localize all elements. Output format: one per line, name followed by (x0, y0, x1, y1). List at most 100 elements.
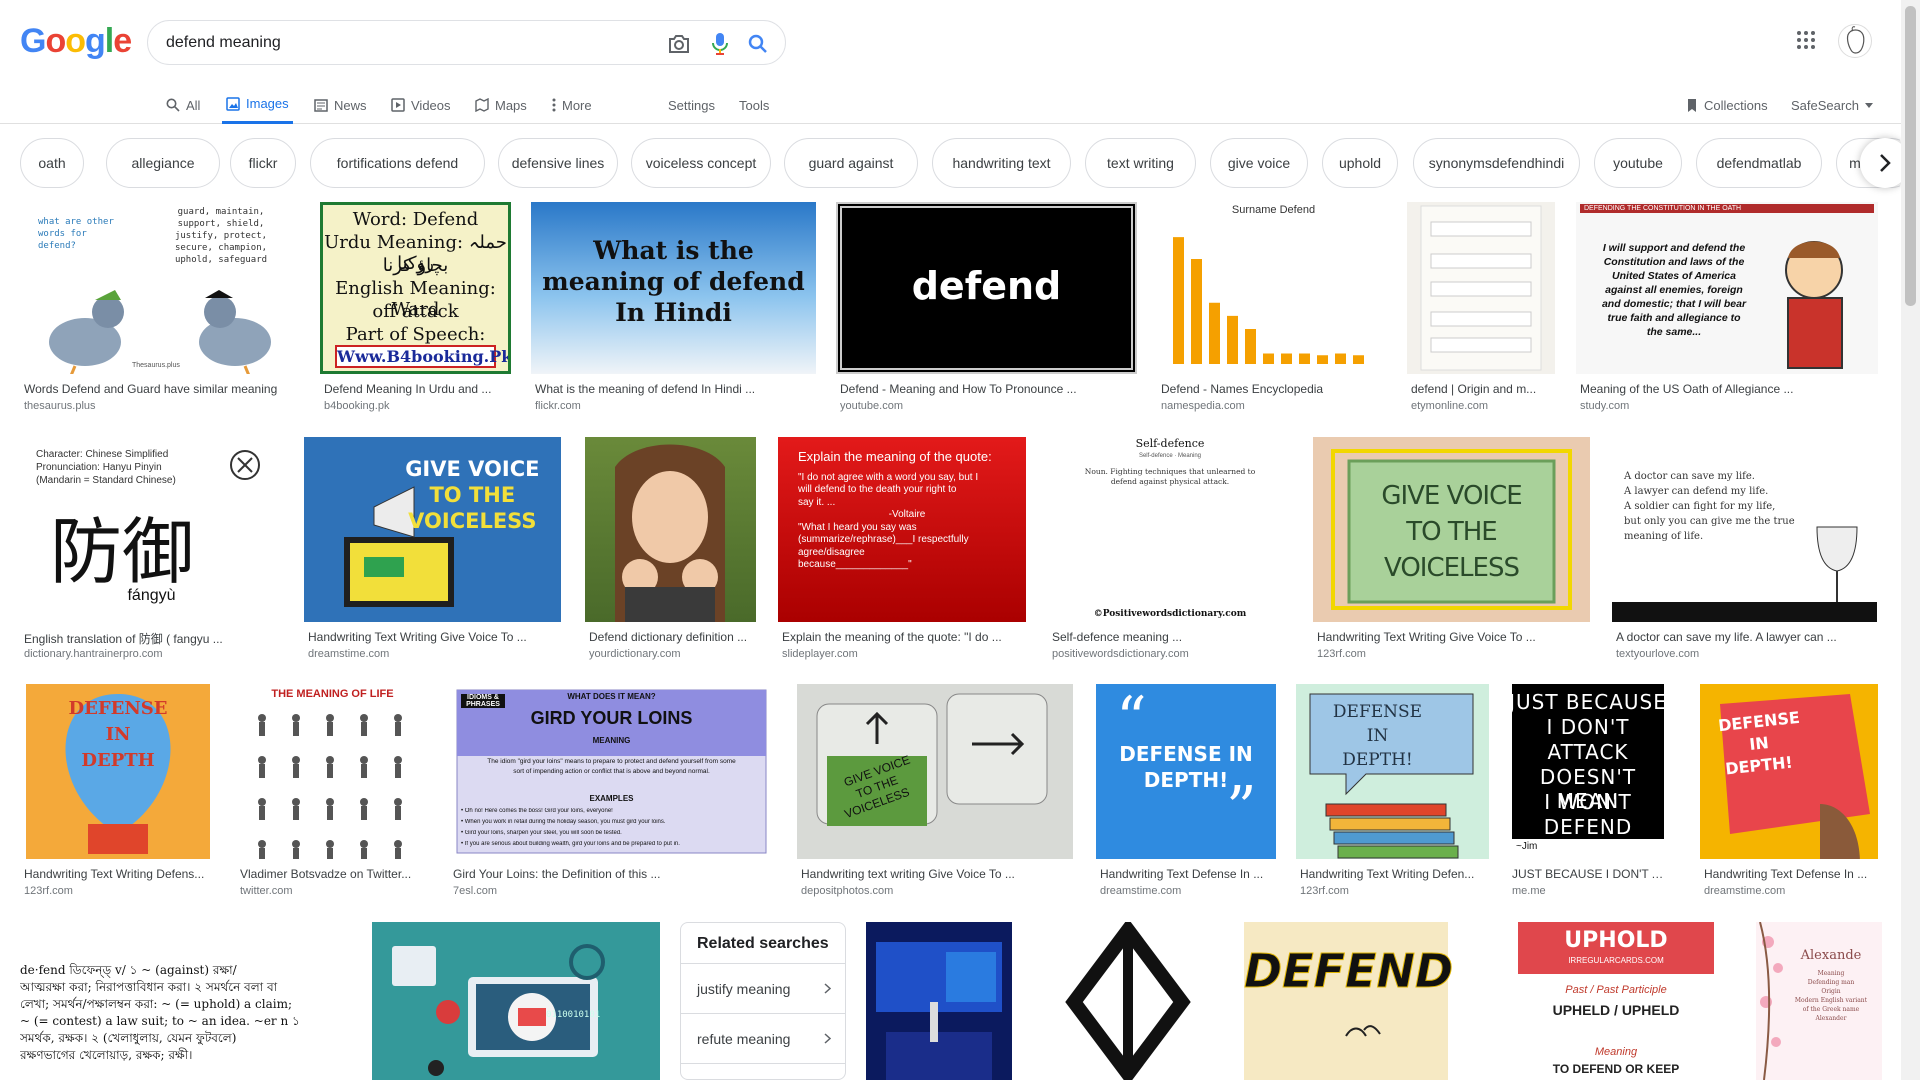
settings-link[interactable]: Settings (668, 86, 715, 124)
chip-uphold[interactable]: uphold (1322, 138, 1398, 188)
result-caption[interactable]: Handwriting Text Defense In ... (1704, 867, 1876, 881)
related-search-item[interactable]: refute meaning (681, 1013, 845, 1063)
result-thumbnail[interactable]: what are other words for defend? guard, m… (20, 202, 302, 374)
result-thumbnail[interactable]: DEFENSE IN DEPTH! (1700, 684, 1878, 859)
result-caption[interactable]: Handwriting Text Defense In ... (1100, 867, 1274, 881)
result-thumbnail[interactable]: IDIOMS & PHRASES WHAT DOES IT MEAN? GIRD Y… (449, 684, 774, 859)
chip-handwriting-text[interactable]: handwriting text (932, 138, 1071, 188)
result-thumbnail[interactable]: defend (836, 202, 1137, 374)
image-result[interactable]: Defend dictionary definition ... yourdict… (585, 437, 756, 666)
result-thumbnail[interactable]: “” DEFENSE IN DEPTH! (1096, 684, 1276, 859)
search-input[interactable] (166, 31, 646, 55)
image-result-bengali[interactable]: de·fend ডিফেন্ড্‌ v/ ১ ~ (against) রক্ষা… (20, 922, 354, 1080)
scrollbar-thumb[interactable] (1905, 6, 1916, 306)
result-thumbnail[interactable] (1407, 202, 1555, 374)
chip-defensive-lines[interactable]: defensive lines (498, 138, 618, 188)
chip-text-writing[interactable]: text writing (1085, 138, 1196, 188)
result-caption[interactable]: Handwriting text writing Give Voice To .… (801, 867, 1071, 881)
tab-videos[interactable]: Videos (391, 86, 451, 124)
related-search-item[interactable]: justify meaning (681, 963, 845, 1013)
image-result-security-laptop[interactable]: 0110010101 (372, 922, 660, 1080)
result-thumbnail[interactable]: What is the meaning of defend In Hindi (531, 202, 816, 374)
google-logo[interactable]: Google (20, 22, 132, 61)
chip-allegiance[interactable]: allegiance (106, 138, 220, 188)
image-result[interactable]: defend Defend - Meaning and How To Pronou… (836, 202, 1137, 418)
chip-give-voice[interactable]: give voice (1210, 138, 1308, 188)
vertical-scrollbar[interactable] (1901, 0, 1920, 1080)
image-result[interactable]: DEFENSE IN DEPTH! Handwriting Text Defense … (1700, 684, 1878, 903)
chip-flickr[interactable]: flickr (230, 138, 296, 188)
result-thumbnail[interactable] (585, 437, 756, 622)
result-caption[interactable]: Defend - Names Encyclopedia (1161, 382, 1388, 396)
result-thumbnail[interactable]: DEFENDING THE CONSTITUTION IN THE OATH I … (1576, 202, 1878, 374)
image-result-uphold[interactable]: UPHOLD IRREGULARCARDS.COM Past / Past Part… (1518, 922, 1714, 1080)
result-thumbnail[interactable]: JUST BECAUSE I DON'T ATTACK DOESN'T MEAN I W… (1508, 684, 1668, 859)
result-thumbnail[interactable]: Surname Defend (1157, 202, 1390, 374)
image-result[interactable]: A doctor can save my life. A lawyer can d… (1612, 437, 1877, 666)
image-result[interactable]: Character: Chinese Simplified Pronunciati… (20, 437, 283, 666)
image-result[interactable]: Self-defence Self-defence · Meaning Noun. … (1048, 437, 1292, 666)
result-caption[interactable]: Words Defend and Guard have similar mean… (24, 382, 300, 396)
safesearch-dropdown[interactable]: SafeSearch (1791, 86, 1873, 124)
chip-synonymsdefendhindi[interactable]: synonymsdefendhindi (1413, 138, 1580, 188)
chip-youtube[interactable]: youtube (1594, 138, 1682, 188)
apps-grid-icon[interactable] (1796, 30, 1820, 54)
image-result-d-logo[interactable] (1032, 918, 1224, 1080)
image-result[interactable]: THE MEANING OF LIFE Vladimer Botsvadze on… (236, 684, 429, 903)
result-caption[interactable]: Defend dictionary definition ... (589, 630, 754, 644)
result-caption[interactable]: Meaning of the US Oath of Allegiance ... (1580, 382, 1876, 396)
image-result[interactable]: Word: Defend Urdu Meaning: حملہ روکنا بچاؤ… (320, 202, 511, 418)
image-result[interactable]: What is the meaning of defend In Hindi What… (531, 202, 816, 418)
image-result[interactable]: GIVE VOICE TO THE VOICELESS Handwriting Tex… (1313, 437, 1590, 666)
result-caption[interactable]: Handwriting Text Writing Defens... (24, 867, 214, 881)
account-avatar[interactable] (1838, 24, 1872, 58)
chip-fortifications-defend[interactable]: fortifications defend (310, 138, 485, 188)
image-result[interactable]: GIVE VOICE TO THE VOICELESS Handwriting Tex… (304, 437, 561, 666)
image-result[interactable]: Surname Defend Defend - Names Encyclopedi… (1157, 202, 1390, 418)
result-caption[interactable]: A doctor can save my life. A lawyer can … (1616, 630, 1875, 644)
result-thumbnail[interactable]: Explain the meaning of the quote: "I do n… (778, 437, 1026, 622)
image-result[interactable]: DEFENDING THE CONSTITUTION IN THE OATH I … (1576, 202, 1878, 418)
image-result[interactable]: JUST BECAUSE I DON'T ATTACK DOESN'T MEAN I W… (1508, 684, 1668, 903)
result-caption[interactable]: English translation of 防御 ( fangyu ... (24, 630, 281, 647)
chip-guard-against[interactable]: guard against (784, 138, 918, 188)
result-caption[interactable]: What is the meaning of defend In Hindi .… (535, 382, 814, 396)
image-result-alexande[interactable]: Alexande Meaning Defending man Origin Modern… (1756, 922, 1882, 1080)
result-caption[interactable]: Vladimer Botsvadze on Twitter... (240, 867, 427, 881)
image-result[interactable]: IDIOMS & PHRASES WHAT DOES IT MEAN? GIRD Y… (449, 684, 774, 903)
tab-maps[interactable]: Maps (475, 86, 527, 124)
result-thumbnail[interactable]: GIVE VOICE TO THE VOICELESS (1313, 437, 1590, 622)
result-caption[interactable]: Handwriting Text Writing Defen... (1300, 867, 1487, 881)
tab-more[interactable]: More (552, 86, 592, 124)
image-result[interactable]: GIVE VOICE TO THE VOICELESS Handwriting tex… (797, 684, 1073, 903)
result-thumbnail[interactable]: THE MEANING OF LIFE (236, 684, 429, 859)
tools-link[interactable]: Tools (739, 86, 769, 124)
result-thumbnail[interactable]: Word: Defend Urdu Meaning: حملہ روکنا بچاؤ… (320, 202, 511, 374)
image-result[interactable]: defend | Origin and m... etymonline.com (1407, 202, 1555, 418)
collections-link[interactable]: Collections (1686, 86, 1768, 124)
result-caption[interactable]: JUST BECAUSE I DON'T A... (1512, 867, 1666, 881)
image-result[interactable]: DEFENSE IN DEPTH Handwriting Text Writing D… (20, 684, 216, 903)
microphone-icon[interactable] (708, 32, 732, 56)
result-caption[interactable]: Explain the meaning of the quote: "I do … (782, 630, 1024, 644)
related-search-item[interactable] (681, 1063, 845, 1079)
result-thumbnail[interactable]: DEFENSE IN DEPTH! (1296, 684, 1489, 859)
image-result[interactable]: “” DEFENSE IN DEPTH! Handwriting Text Defen… (1096, 684, 1276, 903)
result-thumbnail[interactable]: GIVE VOICE TO THE VOICELESS (304, 437, 561, 622)
result-caption[interactable]: Defend - Meaning and How To Pronounce ..… (840, 382, 1135, 396)
result-caption[interactable]: Handwriting Text Writing Give Voice To .… (308, 630, 559, 644)
tab-all[interactable]: All (166, 86, 200, 124)
image-result-defend-word[interactable]: DEFEND (1244, 922, 1454, 1080)
result-thumbnail[interactable]: GIVE VOICE TO THE VOICELESS (797, 684, 1073, 859)
result-thumbnail[interactable]: DEFENSE IN DEPTH (20, 684, 216, 859)
camera-icon[interactable] (667, 32, 691, 56)
result-caption[interactable]: defend | Origin and m... (1411, 382, 1553, 396)
result-caption[interactable]: Self-defence meaning ... (1052, 630, 1290, 644)
chip-voiceless-concept[interactable]: voiceless concept (631, 138, 771, 188)
result-thumbnail[interactable]: Character: Chinese Simplified Pronunciati… (20, 437, 283, 622)
result-thumbnail[interactable]: A doctor can save my life. A lawyer can d… (1612, 437, 1877, 622)
tab-images[interactable]: Images (222, 86, 293, 124)
search-box[interactable] (147, 20, 786, 65)
result-thumbnail[interactable]: Self-defence Self-defence · Meaning Noun. … (1048, 437, 1292, 622)
search-icon[interactable] (746, 32, 770, 56)
